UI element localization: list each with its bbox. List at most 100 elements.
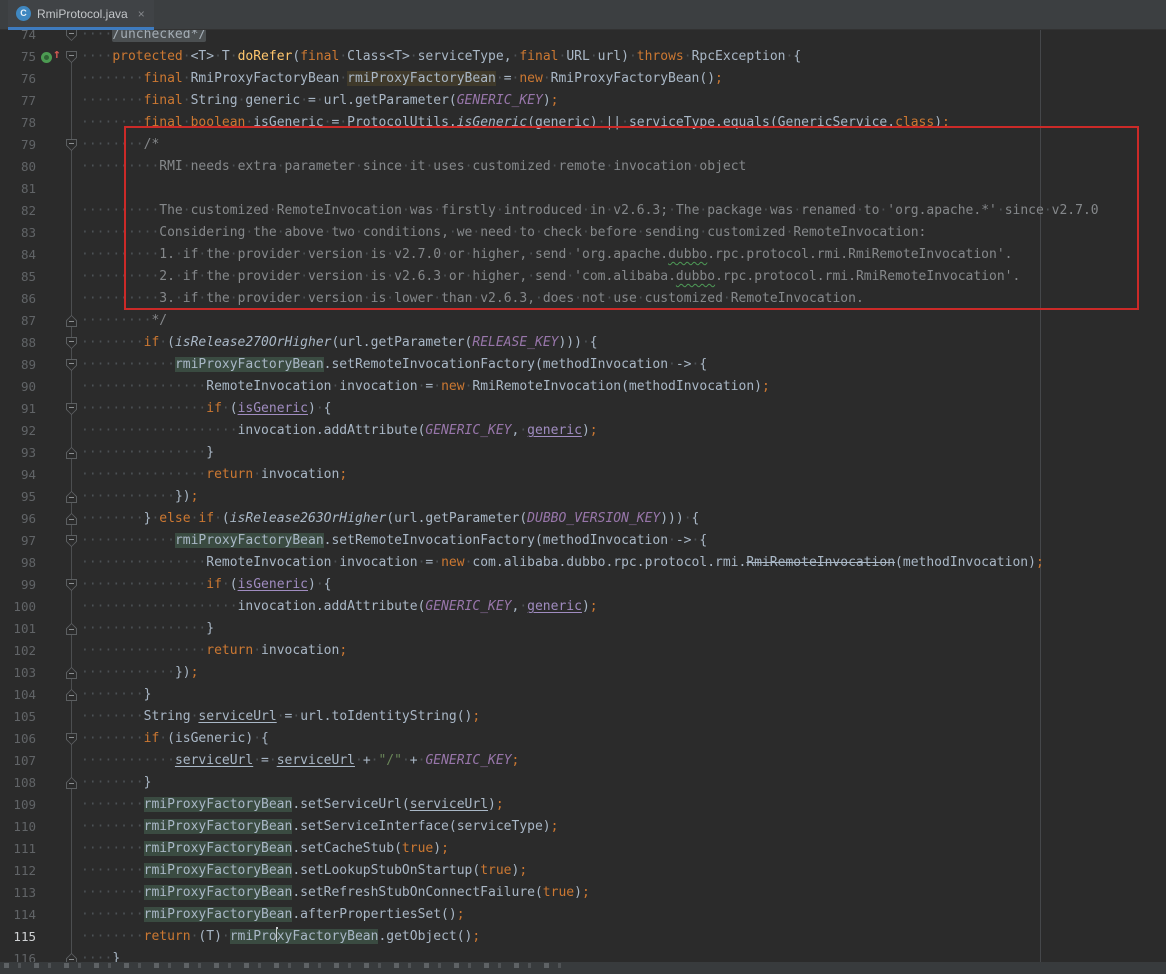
code-line[interactable]: 96········}·else·if·(isRelease263OrHighe…: [0, 508, 1166, 530]
code-line[interactable]: 84··········1.·if·the·provider·version·i…: [0, 244, 1166, 266]
line-number: 86: [0, 288, 40, 310]
code-line[interactable]: 76 ········final·RmiProxyFactoryBean·rmiP…: [0, 68, 1166, 90]
code-line[interactable]: 115········return·(T)·rmiProxyFactoryBea…: [0, 926, 1166, 948]
line-number: 109: [0, 794, 40, 816]
line-number: 93: [0, 442, 40, 464]
code-editor[interactable]: 74····/unchecked*/75↑····protected·<T>·T…: [0, 24, 1166, 970]
line-number: 94: [0, 464, 40, 486]
editor-tab-rmiprotocol[interactable]: C RmiProtocol.java ×: [8, 0, 154, 30]
line-number: 84: [0, 244, 40, 266]
line-number: 76: [0, 68, 40, 90]
fold-end-icon[interactable]: [66, 491, 77, 503]
code-text: ············rmiProxyFactoryBean.setRemot…: [81, 354, 1166, 376]
gutter-fold-column: [40, 640, 81, 662]
fold-collapse-icon[interactable]: [66, 733, 77, 745]
code-text: ········final·RmiProxyFactoryBean·rmiPro…: [81, 68, 1166, 90]
code-line[interactable]: 90················RemoteInvocation·invoc…: [0, 376, 1166, 398]
fold-end-icon[interactable]: [66, 623, 77, 635]
code-line[interactable]: 102················return·invocation;: [0, 640, 1166, 662]
code-line[interactable]: 83··········Considering·the·above·two·co…: [0, 222, 1166, 244]
code-line[interactable]: 97············rmiProxyFactoryBean.setRem…: [0, 530, 1166, 552]
code-line[interactable]: 75↑····protected·<T>·T·doRefer(final·Cla…: [0, 46, 1166, 68]
fold-collapse-icon[interactable]: [66, 579, 77, 591]
line-number: 96: [0, 508, 40, 530]
gutter-fold-column: [40, 530, 81, 552]
code-line[interactable]: 88········if·(isRelease270OrHigher(url.g…: [0, 332, 1166, 354]
fold-end-icon[interactable]: [66, 447, 77, 459]
code-line[interactable]: 86 ··········3.·if·the·provider·version·i…: [0, 288, 1166, 310]
code-text: ········final·boolean·isGeneric·=·Protoc…: [81, 112, 1166, 134]
code-line[interactable]: 82··········The·customized·RemoteInvocat…: [0, 200, 1166, 222]
code-line[interactable]: 113········rmiProxyFactoryBean.setRefres…: [0, 882, 1166, 904]
gutter-fold-column: [40, 156, 81, 178]
code-line[interactable]: 110········rmiProxyFactoryBean.setServic…: [0, 816, 1166, 838]
code-line[interactable]: 77········final·String·generic·=·url.get…: [0, 90, 1166, 112]
code-line[interactable]: 101················}: [0, 618, 1166, 640]
code-line[interactable]: 106········if·(isGeneric)·{: [0, 728, 1166, 750]
code-line[interactable]: 95············});: [0, 486, 1166, 508]
code-text: ··········3.·if·the·provider·version·is·…: [81, 288, 1166, 310]
code-line[interactable]: 79········/*: [0, 134, 1166, 156]
fold-collapse-icon[interactable]: [66, 29, 77, 41]
gutter-fold-column: [40, 134, 81, 156]
line-number: 110: [0, 816, 40, 838]
fold-collapse-icon[interactable]: [66, 359, 77, 371]
line-number: 81: [0, 178, 40, 200]
code-line[interactable]: 108········}: [0, 772, 1166, 794]
code-text: ········rmiProxyFactoryBean.setRefreshSt…: [81, 882, 1166, 904]
fold-collapse-icon[interactable]: [66, 139, 77, 151]
code-line[interactable]: 85··········2.·if·the·provider·version·i…: [0, 266, 1166, 288]
code-line[interactable]: 109········rmiProxyFactoryBean.setServic…: [0, 794, 1166, 816]
line-number: 98: [0, 552, 40, 574]
fold-collapse-icon[interactable]: [66, 337, 77, 349]
fold-collapse-icon[interactable]: [66, 403, 77, 415]
code-line[interactable]: 100····················invocation.addAtt…: [0, 596, 1166, 618]
line-number: 80: [0, 156, 40, 178]
fold-end-icon[interactable]: [66, 777, 77, 789]
line-number: 100: [0, 596, 40, 618]
gutter-fold-column: [40, 178, 81, 200]
line-number: 101: [0, 618, 40, 640]
code-line[interactable]: 94················return·invocation;: [0, 464, 1166, 486]
code-line[interactable]: 98 ················RemoteInvocation·invoc…: [0, 552, 1166, 574]
code-line[interactable]: 89············rmiProxyFactoryBean.setRem…: [0, 354, 1166, 376]
code-text: ················RemoteInvocation·invocat…: [81, 552, 1166, 574]
gutter-fold-column: [40, 618, 81, 640]
class-icon: C: [16, 6, 31, 21]
line-number: 91: [0, 398, 40, 420]
code-line[interactable]: 112········rmiProxyFactoryBean.setLookup…: [0, 860, 1166, 882]
code-line[interactable]: 99 ················if·(isGeneric)·{: [0, 574, 1166, 596]
code-line[interactable]: 87·········*/: [0, 310, 1166, 332]
fold-collapse-icon[interactable]: [66, 51, 77, 63]
code-line[interactable]: 105········String·serviceUrl·=·url.toIde…: [0, 706, 1166, 728]
code-line[interactable]: 107············serviceUrl·=·serviceUrl·+…: [0, 750, 1166, 772]
gutter-fold-column: [40, 860, 81, 882]
code-text: ················if·(isGeneric)·{: [81, 574, 1166, 596]
line-number: 99: [0, 574, 40, 596]
fold-end-icon[interactable]: [66, 513, 77, 525]
code-line[interactable]: 103············});: [0, 662, 1166, 684]
code-line[interactable]: 104········}: [0, 684, 1166, 706]
code-line[interactable]: 81: [0, 178, 1166, 200]
code-line[interactable]: 80 ··········RMI·needs·extra·parameter·si…: [0, 156, 1166, 178]
code-line[interactable]: 92····················invocation.addAttr…: [0, 420, 1166, 442]
code-line[interactable]: 111········rmiProxyFactoryBean.setCacheS…: [0, 838, 1166, 860]
code-text: ····················invocation.addAttrib…: [81, 420, 1166, 442]
fold-end-icon[interactable]: [66, 689, 77, 701]
fold-collapse-icon[interactable]: [66, 535, 77, 547]
override-method-icon[interactable]: ↑: [41, 51, 63, 64]
code-line[interactable]: 91················if·(isGeneric)·{: [0, 398, 1166, 420]
gutter-fold-column: [40, 684, 81, 706]
code-line[interactable]: 93················}: [0, 442, 1166, 464]
gutter-fold-column: [40, 90, 81, 112]
close-icon[interactable]: ×: [138, 8, 145, 20]
fold-end-icon[interactable]: [66, 667, 77, 679]
gutter-fold-column: ↑: [40, 46, 81, 68]
code-line[interactable]: 114········rmiProxyFactoryBean.afterProp…: [0, 904, 1166, 926]
code-text: ··········RMI·needs·extra·parameter·sinc…: [81, 156, 1166, 178]
ide-window: 74····/unchecked*/75↑····protected·<T>·T…: [0, 0, 1166, 974]
code-line[interactable]: 78········final·boolean·isGeneric·=·Prot…: [0, 112, 1166, 134]
gutter-fold-column: [40, 354, 81, 376]
fold-end-icon[interactable]: [66, 315, 77, 327]
code-text: ········final·String·generic·=·url.getPa…: [81, 90, 1166, 112]
